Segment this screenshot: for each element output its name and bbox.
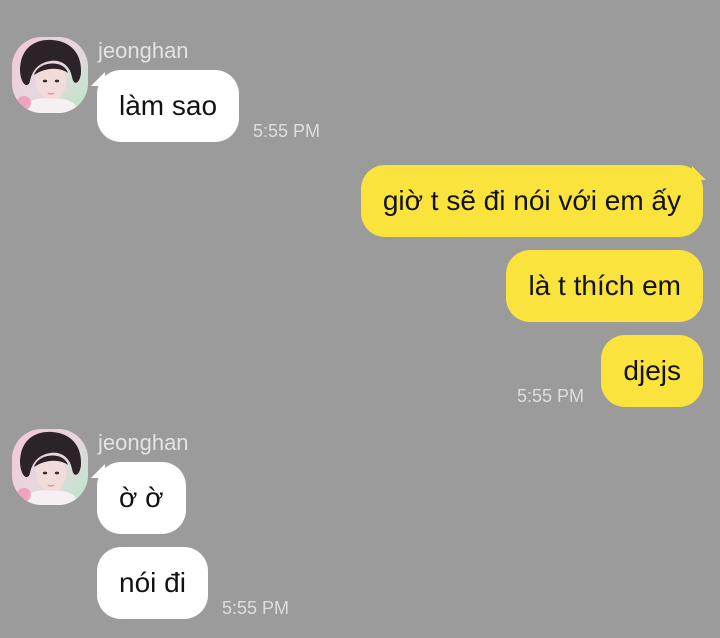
profile-photo-icon: [12, 429, 88, 505]
sender-name: jeonghan: [98, 430, 189, 455]
sender-avatar[interactable]: [12, 429, 88, 505]
message-bubble[interactable]: làm sao: [97, 70, 240, 142]
profile-photo-icon: [12, 37, 88, 113]
sender-avatar[interactable]: [12, 37, 88, 113]
message-bubble[interactable]: nói đi: [97, 547, 208, 619]
message-timestamp: 5:55 PM: [517, 386, 585, 406]
message-bubble[interactable]: djejs: [601, 335, 703, 407]
message-bubble[interactable]: là t thích em: [506, 250, 703, 322]
message-timestamp: 5:55 PM: [253, 121, 321, 141]
message-bubble[interactable]: ờ ờ: [97, 462, 186, 534]
message-timestamp: 5:55 PM: [222, 598, 290, 618]
message-bubble[interactable]: giờ t sẽ đi nói với em ấy: [360, 165, 703, 237]
sender-name: jeonghan: [98, 38, 189, 63]
